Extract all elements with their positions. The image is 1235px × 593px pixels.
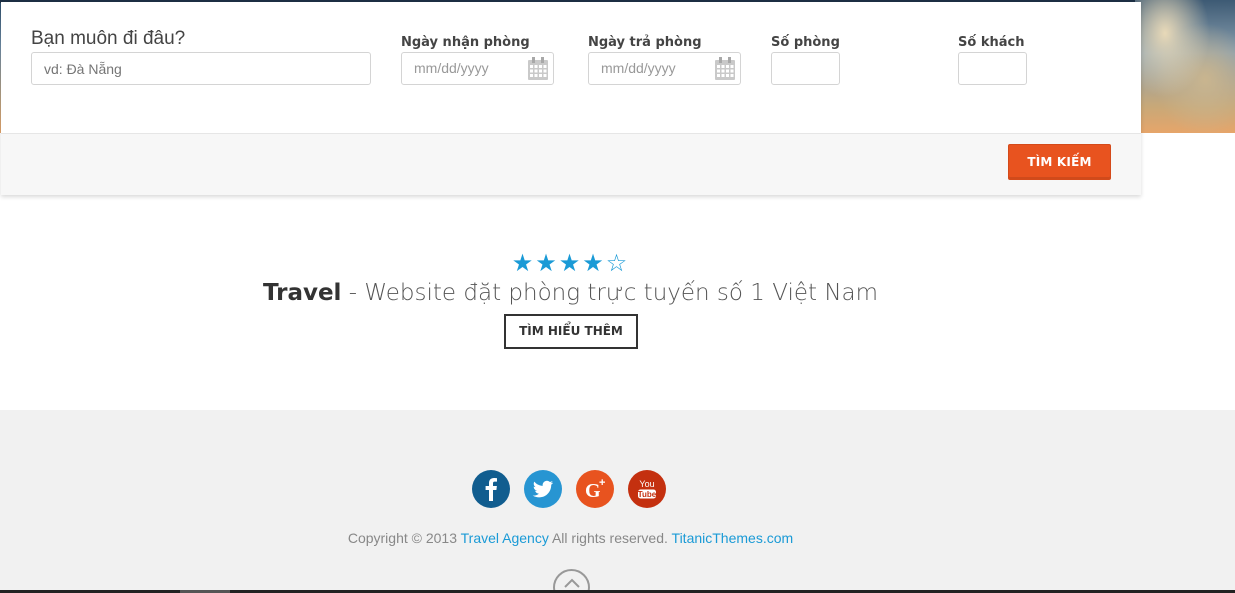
rooms-input[interactable] [771, 52, 840, 85]
copyright: Copyright © 2013 Travel Agency All right… [0, 530, 1141, 546]
tagline: Travel - Website đặt phòng trực tuyến số… [0, 280, 1141, 306]
youtube-icon: You Tube [628, 470, 666, 508]
rights-text: All rights reserved. [551, 530, 668, 546]
facebook-icon [472, 470, 510, 508]
checkin-placeholder: mm/dd/yyyy [414, 60, 489, 76]
destination-label: Bạn muôn đi đâu? [31, 28, 186, 49]
destination-input[interactable] [31, 52, 371, 85]
rooms-label: Số phòng [771, 35, 840, 50]
checkout-date-input[interactable]: mm/dd/yyyy [588, 52, 741, 85]
checkout-label: Ngày trả phòng [588, 35, 702, 50]
search-button[interactable]: TÌM KIẾM [1008, 144, 1111, 180]
google-plus-link[interactable]: G + [576, 470, 614, 508]
learn-more-button[interactable]: TÌM HIỂU THÊM [504, 314, 638, 349]
agency-link[interactable]: Travel Agency [461, 530, 549, 546]
footer [0, 410, 1235, 593]
calendar-icon[interactable] [714, 57, 736, 81]
google-plus-icon: G + [576, 470, 614, 508]
youtube-link[interactable]: You Tube [628, 470, 666, 508]
themes-link[interactable]: TitanicThemes.com [672, 530, 794, 546]
checkin-label: Ngày nhận phòng [401, 35, 530, 50]
search-fields-area: Bạn muôn đi đâu? Ngày nhận phòng mm/dd/y… [1, 2, 1141, 133]
guests-label: Số khách [958, 35, 1025, 50]
search-panel: Bạn muôn đi đâu? Ngày nhận phòng mm/dd/y… [1, 2, 1141, 195]
hero-sky-image [1135, 0, 1235, 133]
search-actions-bar [1, 133, 1141, 195]
checkin-date-input[interactable]: mm/dd/yyyy [401, 52, 554, 85]
tagline-text: - Website đặt phòng trực tuyến số 1 Việt… [341, 280, 879, 306]
copyright-prefix: Copyright © 2013 [347, 530, 457, 546]
facebook-link[interactable] [472, 470, 510, 508]
brand-name: Travel [262, 280, 342, 306]
svg-text:Tube: Tube [638, 490, 657, 499]
twitter-link[interactable] [524, 470, 562, 508]
rating-stars: ★★★★☆ [511, 249, 630, 277]
chevron-up-icon [564, 578, 580, 588]
twitter-icon [524, 470, 562, 508]
svg-text:You: You [639, 479, 654, 489]
checkout-placeholder: mm/dd/yyyy [601, 60, 676, 76]
calendar-icon[interactable] [527, 57, 549, 81]
svg-text:+: + [599, 477, 605, 489]
guests-input[interactable] [958, 52, 1027, 85]
